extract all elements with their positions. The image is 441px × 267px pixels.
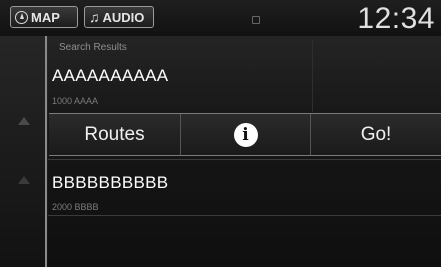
scroll-rail (0, 36, 48, 267)
nav-screen: MAP ♫ AUDIO 12:34 Search Results AAAAAAA… (0, 0, 441, 267)
result-action-bar: Routes i Go! (49, 113, 441, 156)
result-address: 1000 AAAA (52, 96, 99, 106)
scroll-up-icon[interactable] (18, 117, 30, 125)
routes-button[interactable]: Routes (49, 114, 181, 155)
clock: 12:34 (357, 2, 435, 35)
top-bar: MAP ♫ AUDIO 12:34 (0, 0, 441, 36)
go-button[interactable]: Go! (311, 114, 441, 155)
result-address: 2000 BBBB (52, 202, 99, 212)
scroll-down-icon[interactable] (18, 176, 30, 184)
column-divider (312, 40, 313, 112)
map-button[interactable]: MAP (10, 6, 78, 28)
info-button[interactable]: i (181, 114, 311, 155)
audio-button[interactable]: ♫ AUDIO (84, 6, 154, 28)
music-note-icon: ♫ (89, 9, 100, 25)
compass-icon (15, 10, 28, 24)
map-button-label: MAP (31, 9, 60, 25)
routes-button-label: Routes (84, 123, 145, 145)
section-title: Search Results (59, 42, 127, 53)
row-divider (48, 159, 441, 160)
result-title[interactable]: AAAAAAAAAA (52, 66, 168, 86)
status-indicator-icon (252, 16, 260, 24)
go-button-label: Go! (360, 123, 392, 145)
info-icon: i (233, 122, 258, 147)
audio-button-label: AUDIO (102, 9, 145, 25)
result-title[interactable]: BBBBBBBBBB (52, 173, 168, 193)
row-divider (48, 215, 441, 216)
rail-divider (45, 36, 47, 267)
